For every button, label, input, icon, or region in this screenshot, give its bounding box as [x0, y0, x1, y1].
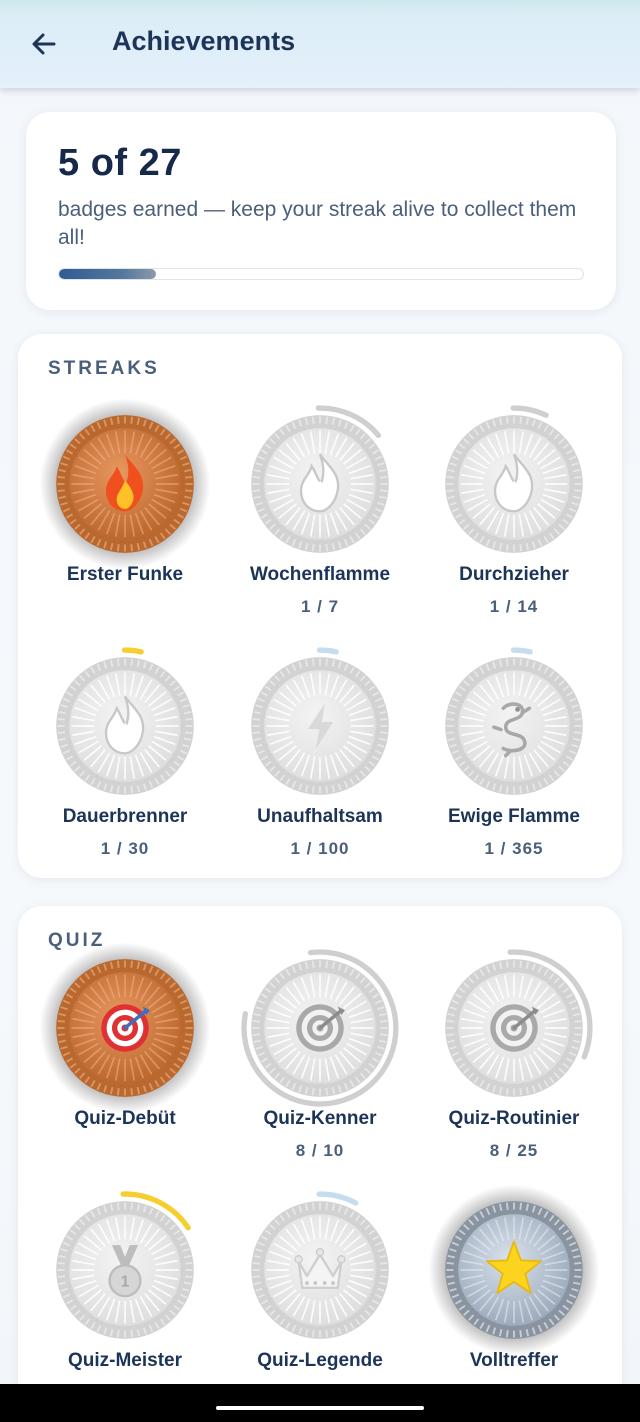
target-badge-medallion [39, 942, 211, 1114]
badge-quiz-routinier[interactable]: Quiz-Routinier 8 / 25 [419, 949, 609, 1178]
summary-card: 5 of 27 badges earned — keep your streak… [26, 112, 616, 310]
app-bar: Achievements [0, 0, 640, 88]
system-nav-bar [0, 1384, 640, 1422]
fire-badge-medallion [56, 647, 194, 795]
section-streaks: STREAKS Erster Funke Wochenflamme 1 / 7 Dur… [18, 334, 622, 878]
fire-badge-medallion [445, 405, 583, 553]
badge-name: Dauerbrenner [62, 806, 188, 827]
badge-ewige-flamme[interactable]: Ewige Flamme 1 / 365 [419, 647, 609, 876]
badge-progress-ring [121, 647, 144, 655]
badge-quiz-debüt[interactable]: Quiz-Debüt [30, 942, 220, 1178]
badge-name: Ewige Flamme [448, 806, 580, 827]
dragon-badge-medallion [445, 647, 583, 795]
badge-name: Volltreffer [469, 1350, 559, 1371]
crown-badge-medallion [251, 1191, 389, 1339]
badge-quiz-kenner[interactable]: Quiz-Kenner 8 / 10 [225, 949, 415, 1178]
badge-wochenflamme[interactable]: Wochenflamme 1 / 7 [225, 405, 415, 634]
badge-name: Quiz-Debüt [74, 1108, 176, 1129]
medal-badge-medallion: 1 [56, 1191, 194, 1339]
badge-dauerbrenner[interactable]: Dauerbrenner 1 / 30 [30, 647, 220, 876]
badge-name: Erster Funke [66, 564, 184, 585]
badge-progress-text: 1 / 14 [489, 597, 539, 616]
star-badge-medallion [428, 1184, 600, 1356]
overall-progress-fill [59, 269, 156, 279]
badges-earned-count: 5 of 27 [58, 142, 182, 184]
badge-progress-text: 1 / 365 [484, 839, 544, 858]
target-badge-medallion [445, 949, 593, 1097]
section-title: STREAKS [48, 358, 160, 379]
badge-progress-ring [510, 405, 549, 418]
badge-progress-ring [510, 647, 533, 655]
badge-name: Quiz-Routinier [448, 1108, 580, 1129]
badge-unaufhaltsam[interactable]: Unaufhaltsam 1 / 100 [225, 647, 415, 876]
summary-subtitle: badges earned — keep your streak alive t… [58, 198, 577, 249]
lightning-badge-medallion [251, 647, 389, 795]
badge-progress-text: 8 / 10 [295, 1141, 345, 1160]
badge-name: Quiz-Meister [67, 1350, 183, 1371]
fire-badge-medallion [251, 405, 389, 553]
badge-name: Quiz-Legende [257, 1350, 383, 1371]
arrow-left-icon [32, 33, 56, 55]
badge-progress-ring [316, 647, 339, 655]
fire-badge-medallion [39, 398, 211, 570]
badge-progress-text: 1 / 7 [300, 597, 340, 616]
badge-erster-funke[interactable]: Erster Funke [30, 398, 220, 634]
svg-text:1: 1 [121, 1274, 130, 1291]
target-badge-medallion [241, 949, 399, 1107]
badge-progress-text: 1 / 100 [290, 839, 350, 858]
badge-name: Durchzieher [459, 564, 569, 585]
overall-progress-bar [58, 268, 584, 280]
home-gesture-handle[interactable] [216, 1406, 424, 1410]
badge-durchzieher[interactable]: Durchzieher 1 / 14 [419, 405, 609, 634]
badge-name: Unaufhaltsam [257, 806, 383, 827]
badge-name: Quiz-Kenner [263, 1108, 377, 1129]
badge-progress-text: 1 / 30 [100, 839, 150, 858]
section-quiz: QUIZ Quiz-Debüt Quiz-Kenner 8 / 10 Quiz-Rou… [18, 906, 622, 1422]
badge-name: Wochenflamme [249, 564, 391, 585]
badge-progress-text: 8 / 25 [489, 1141, 539, 1160]
page-title: Achievements [112, 26, 296, 56]
back-button[interactable] [24, 24, 64, 64]
